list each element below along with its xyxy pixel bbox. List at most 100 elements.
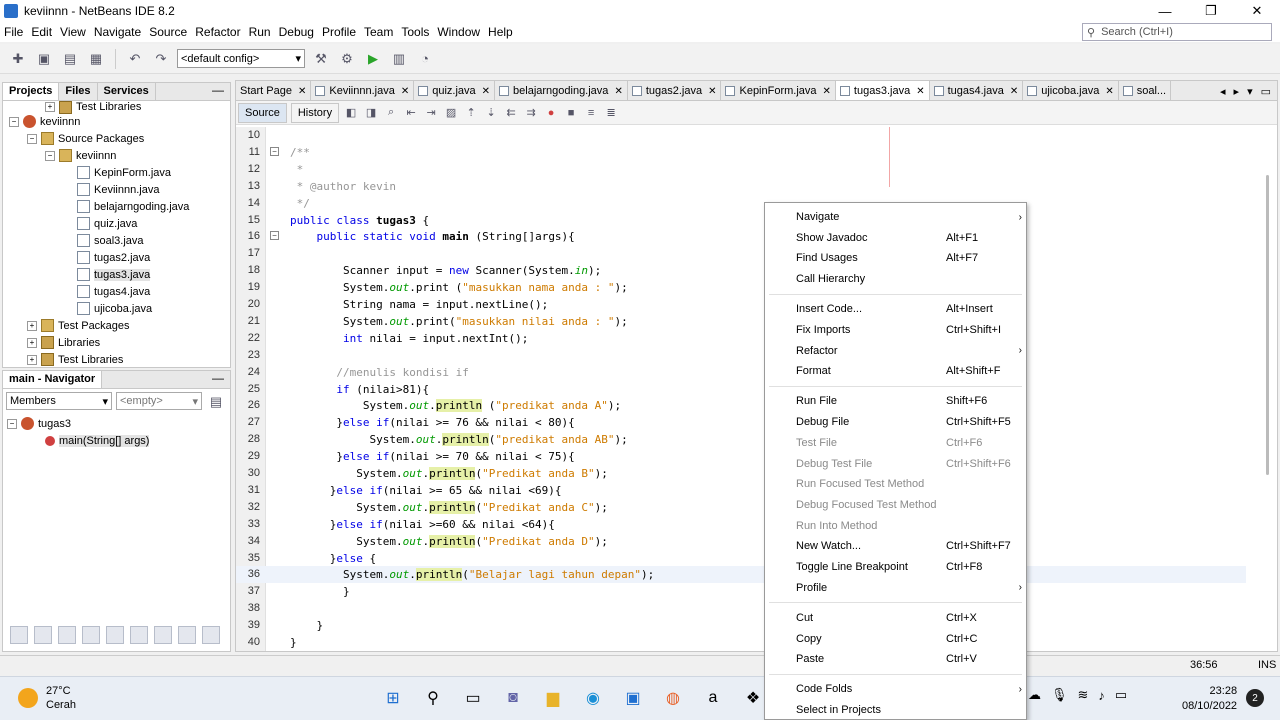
clock[interactable]: 23:28 08/10/2022	[1182, 684, 1237, 714]
open-project-icon[interactable]: ▤	[60, 49, 80, 69]
context-menu-item[interactable]: Show Javadoc Alt+F1	[765, 228, 1026, 248]
editor-tab[interactable]: Start Page ✕	[236, 81, 312, 100]
menu-source[interactable]: Source	[149, 25, 187, 39]
code-line[interactable]: 10	[236, 127, 1246, 144]
cloud-icon[interactable]: ☁	[1028, 687, 1041, 703]
find-next-icon[interactable]: ⇥	[423, 105, 439, 121]
weather-widget[interactable]: 27°C Cerah	[18, 684, 76, 712]
project-tree-item[interactable]: soal3.java	[3, 232, 230, 249]
code-line[interactable]: 40}	[236, 634, 1246, 651]
context-menu-item[interactable]: Toggle Line Breakpoint Ctrl+F8	[765, 557, 1026, 577]
menu-edit[interactable]: Edit	[31, 25, 52, 39]
code-line[interactable]: 32 System.out.println("Predikat anda C")…	[236, 499, 1246, 516]
context-menu-item[interactable]: Insert Code... Alt+Insert	[765, 299, 1026, 319]
project-tree-item[interactable]: − Source Packages	[3, 130, 230, 147]
editor-tab[interactable]: belajarngoding.java ✕	[495, 81, 628, 100]
editor-tab[interactable]: tugas2.java ✕	[628, 81, 722, 100]
notification-badge[interactable]: 2	[1246, 689, 1264, 707]
members-dropdown[interactable]: Members ▾	[6, 392, 112, 410]
uncomment-icon[interactable]: ≣	[603, 105, 619, 121]
scroll-left-icon[interactable]: ◂	[1220, 85, 1226, 98]
palette-tool-icon[interactable]	[202, 626, 220, 644]
menu-profile[interactable]: Profile	[322, 25, 356, 39]
vertical-scrollbar[interactable]	[1266, 175, 1269, 475]
context-menu-item[interactable]: Format Alt+Shift+F	[765, 361, 1026, 381]
palette-tool-icon[interactable]	[154, 626, 172, 644]
code-line[interactable]: 33 }else if(nilai >=60 && nilai <64){	[236, 516, 1246, 533]
context-menu-item[interactable]: Debug File Ctrl+Shift+F5	[765, 412, 1026, 432]
minimize-panel-icon[interactable]: —	[212, 83, 224, 97]
expand-icon[interactable]: +	[45, 102, 55, 112]
wifi-icon[interactable]: ≋	[1078, 687, 1089, 703]
menu-help[interactable]: Help	[488, 25, 513, 39]
expand-icon[interactable]: +	[27, 337, 37, 348]
code-editor[interactable]: 10 11−/** 12 * 13 * @author kevin 14 */15 pub…	[236, 127, 1277, 651]
debug-icon[interactable]: ▥	[389, 49, 409, 69]
menu-file[interactable]: File	[4, 25, 23, 39]
code-line[interactable]: 22 int nilai = input.nextInt();	[236, 330, 1246, 347]
filter-dropdown[interactable]: <empty> ▾	[116, 392, 202, 410]
start-icon[interactable]: ⊞	[380, 685, 406, 711]
project-tree-item[interactable]: tugas4.java	[3, 283, 230, 300]
close-tab-icon[interactable]: ✕	[1105, 86, 1113, 97]
maximize-button[interactable]: ❐	[1188, 0, 1234, 22]
palette-tool-icon[interactable]	[130, 626, 148, 644]
toggle-highlight-icon[interactable]: ▨	[443, 105, 459, 121]
code-line[interactable]: 21 System.out.print("masukkan nilai anda…	[236, 313, 1246, 330]
close-tab-icon[interactable]: ✕	[823, 86, 831, 97]
chat-icon[interactable]: ◙	[500, 685, 526, 711]
editor-tab[interactable]: quiz.java ✕	[414, 81, 496, 100]
code-line[interactable]: 34 System.out.println("Predikat anda D")…	[236, 533, 1246, 550]
menu-debug[interactable]: Debug	[279, 25, 314, 39]
code-line[interactable]: 17	[236, 245, 1246, 262]
save-all-icon[interactable]: ▦	[86, 49, 106, 69]
editor-tab[interactable]: KepinForm.java ✕	[721, 81, 836, 100]
tab-files[interactable]: Files	[59, 83, 98, 100]
menu-tools[interactable]: Tools	[401, 25, 429, 39]
menu-run[interactable]: Run	[249, 25, 271, 39]
collapse-icon[interactable]: −	[9, 116, 19, 127]
project-tree-item[interactable]: belajarngoding.java	[3, 198, 230, 215]
navigator-method-row[interactable]: main(String[] args)	[3, 432, 230, 449]
context-menu-item[interactable]: Refactor ›	[765, 341, 1026, 361]
tab-services[interactable]: Services	[98, 83, 156, 100]
volume-icon[interactable]: ♪	[1098, 688, 1105, 703]
code-line[interactable]: 14 */	[236, 195, 1246, 212]
next-bookmark-icon[interactable]: ⇣	[483, 105, 499, 121]
search-input[interactable]: ⚲ Search (Ctrl+I)	[1082, 23, 1272, 41]
code-line[interactable]: 18 Scanner input = new Scanner(System.in…	[236, 262, 1246, 279]
collapse-icon[interactable]: −	[27, 133, 37, 144]
menu-view[interactable]: View	[60, 25, 86, 39]
context-menu-item[interactable]: New Watch... Ctrl+Shift+F7	[765, 536, 1026, 556]
maximize-editor-icon[interactable]: ▭	[1261, 85, 1271, 98]
collapse-icon[interactable]: −	[45, 150, 55, 161]
comment-icon[interactable]: ≡	[583, 105, 599, 121]
code-line[interactable]: 16− public static void main (String[]arg…	[236, 228, 1246, 245]
context-menu-item[interactable]: Run File Shift+F6	[765, 391, 1026, 411]
context-menu-item[interactable]: Copy Ctrl+C	[765, 629, 1026, 649]
code-line[interactable]: 35 }else {	[236, 550, 1246, 567]
context-menu-item[interactable]: Paste Ctrl+V	[765, 649, 1026, 669]
code-line[interactable]: 29 }else if(nilai >= 70 && nilai < 75){	[236, 448, 1246, 465]
code-line[interactable]: 36 System.out.println("Belajar lagi tahu…	[236, 566, 1246, 584]
close-tab-icon[interactable]: ✕	[298, 86, 306, 97]
palette-tool-icon[interactable]	[34, 626, 52, 644]
project-tree-item[interactable]: quiz.java	[3, 215, 230, 232]
run-icon[interactable]: ▶	[363, 49, 383, 69]
editor-tab[interactable]: tugas3.java ✕	[835, 81, 930, 100]
config-dropdown[interactable]: <default config> ▾	[177, 49, 305, 68]
project-tree-item[interactable]: + Test Libraries	[3, 100, 230, 114]
project-tree-item[interactable]: − keviinnn	[3, 147, 230, 164]
close-tab-icon[interactable]: ✕	[916, 86, 924, 97]
navigator-title[interactable]: main - Navigator	[3, 371, 103, 388]
close-button[interactable]: ✕	[1234, 0, 1280, 22]
profile-icon[interactable]: ◔	[415, 49, 435, 69]
navigator-class-row[interactable]: − tugas3	[3, 415, 230, 432]
code-line[interactable]: 31 }else if(nilai >= 65 && nilai <69){	[236, 482, 1246, 499]
shift-right-icon[interactable]: ⇉	[523, 105, 539, 121]
context-menu-item[interactable]: Select in Projects	[765, 700, 1026, 720]
tab-history[interactable]: History	[290, 102, 340, 123]
code-line[interactable]: 11− /**	[236, 144, 1246, 161]
code-line[interactable]: 38	[236, 600, 1246, 617]
tab-source[interactable]: Source	[238, 102, 287, 123]
